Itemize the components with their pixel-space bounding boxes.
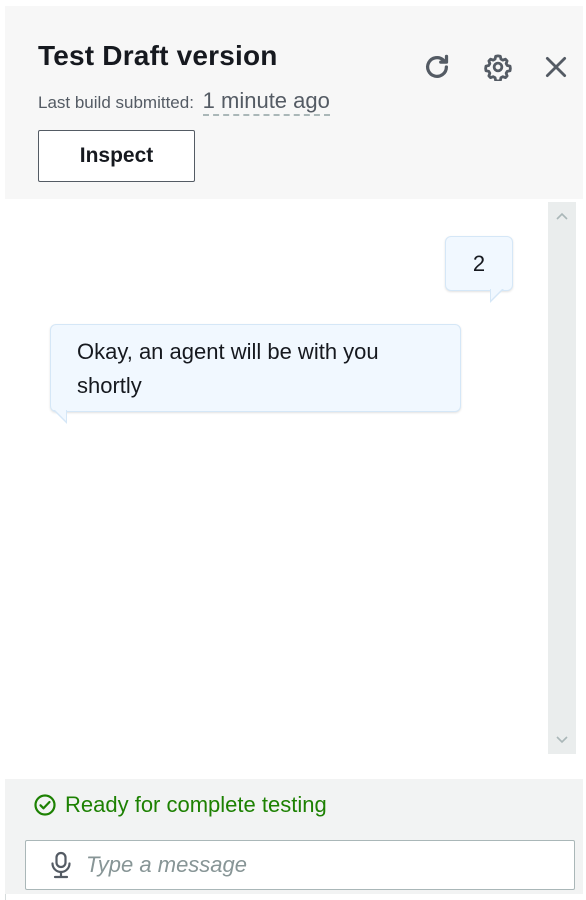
scroll-up-icon[interactable]	[548, 202, 576, 230]
user-bubble-tail-fill	[491, 288, 503, 300]
panel-title: Test Draft version	[38, 40, 278, 71]
scroll-down-icon[interactable]	[548, 726, 576, 754]
bot-message-bubble: Okay, an agent will be with you shortly	[50, 324, 461, 412]
build-status-line: Last build submitted: 1 minute ago	[38, 88, 330, 116]
refresh-icon[interactable]	[420, 50, 454, 84]
message-input[interactable]	[86, 852, 526, 878]
conversation-scrollbar[interactable]	[548, 202, 576, 754]
testing-status: Ready for complete testing	[33, 792, 327, 818]
testing-status-text: Ready for complete testing	[65, 792, 327, 817]
message-input-box	[25, 840, 575, 890]
user-message-bubble: 2	[445, 236, 513, 291]
bot-bubble-tail-fill	[54, 409, 66, 421]
build-time-link[interactable]: 1 minute ago	[202, 88, 330, 116]
settings-icon[interactable]	[481, 50, 515, 84]
check-circle-icon	[34, 794, 56, 816]
inspect-button[interactable]: Inspect	[38, 130, 195, 182]
microphone-icon[interactable]	[46, 850, 76, 880]
panel-header: Test Draft version Last build submitted:…	[5, 6, 583, 199]
close-icon[interactable]	[539, 50, 573, 84]
build-status-label: Last build submitted:	[38, 93, 194, 112]
